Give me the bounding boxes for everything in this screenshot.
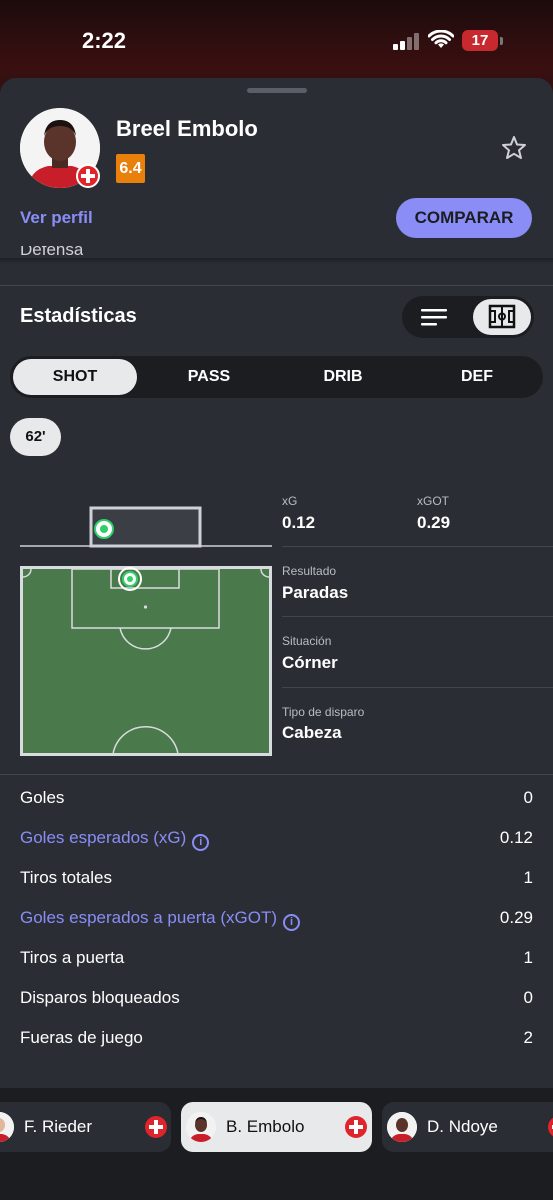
stat-value-tiros-a-puerta: 1 [523, 948, 533, 967]
shot-on-goal-dot [100, 525, 108, 533]
divider [282, 546, 553, 547]
stat-label-xg: Goles esperados (xG) [20, 828, 187, 847]
stat-value-tiros-totales: 1 [523, 868, 533, 887]
stat-label-fueras-de-juego: Fueras de juego [20, 1028, 143, 1047]
battery-indicator: 17 [462, 30, 498, 51]
stat-row-xg[interactable]: Goles esperados (xG) i [20, 828, 210, 851]
pitch-view-button[interactable] [473, 299, 531, 335]
resultado-label: Resultado [282, 564, 337, 578]
wifi-icon [428, 30, 454, 48]
player-chip-rieder[interactable]: F. Rieder [0, 1102, 171, 1152]
divider [282, 616, 553, 617]
player-chip-name: D. Ndoye [427, 1117, 498, 1136]
stat-label-disparos-bloqueados: Disparos bloqueados [20, 988, 180, 1007]
switzerland-flag-icon [345, 1116, 367, 1138]
xg-label: xG [282, 494, 298, 508]
stat-label-xgot: Goles esperados a puerta (xGOT) [20, 908, 278, 927]
xgot-value: 0.29 [417, 513, 451, 532]
situacion-label: Situación [282, 634, 332, 648]
resultado-value: Paradas [282, 583, 349, 602]
header-shadow [0, 258, 553, 264]
stat-value-fueras-de-juego: 2 [523, 1028, 533, 1047]
sheet-grabber[interactable] [247, 88, 307, 93]
player-avatar-small [186, 1112, 216, 1142]
xgot-label: xGOT [417, 494, 449, 508]
status-time: 2:22 [82, 28, 127, 53]
shot-minute-chip[interactable]: 62' [10, 418, 61, 456]
player-chip-ndoye[interactable]: D. Ndoye [382, 1102, 553, 1152]
switzerland-flag-icon [145, 1116, 167, 1138]
switzerland-flag-icon [548, 1116, 553, 1138]
view-toggle [402, 296, 534, 338]
star-icon[interactable] [500, 134, 528, 162]
tab-drib[interactable]: DRIB [281, 359, 405, 395]
player-chip-name: F. Rieder [24, 1117, 93, 1136]
stat-tabs: SHOT PASS DRIB DEF [10, 356, 543, 398]
battery-nub [500, 37, 503, 45]
stat-value-xgot: 0.29 [499, 908, 533, 927]
player-chip-name: B. Embolo [226, 1117, 305, 1136]
shot-location-dot [127, 576, 133, 582]
player-avatar-small [0, 1112, 14, 1142]
divider [0, 774, 553, 775]
list-icon [421, 309, 447, 326]
stat-label-goles: Goles [20, 788, 65, 807]
signal-icon [393, 32, 421, 50]
switzerland-flag-icon [76, 164, 100, 188]
stat-value-disparos-bloqueados: 0 [523, 988, 533, 1007]
pitch-view [20, 566, 272, 756]
player-avatar [20, 108, 102, 190]
stat-label-tiros-totales: Tiros totales [20, 868, 112, 887]
tab-shot[interactable]: SHOT [13, 359, 137, 395]
player-sheet: Breel Embolo 6.4 Ver perfil COMPARAR Def… [0, 78, 553, 1200]
comparar-button[interactable]: COMPARAR [396, 198, 532, 238]
player-avatar-small [387, 1112, 417, 1142]
stat-value-goles: 0 [523, 788, 533, 807]
status-bar: 2:22 17 [0, 0, 553, 80]
stat-row-xgot[interactable]: Goles esperados a puerta (xGOT) i [20, 908, 301, 931]
situacion-value: Córner [282, 653, 338, 672]
player-rating-badge: 6.4 [116, 154, 145, 183]
tab-pass[interactable]: PASS [147, 359, 271, 395]
info-icon[interactable]: i [283, 914, 301, 931]
stat-value-xg: 0.12 [499, 828, 533, 847]
tab-def[interactable]: DEF [415, 359, 539, 395]
list-view-button[interactable] [405, 299, 463, 335]
xg-value: 0.12 [282, 513, 316, 532]
info-icon[interactable]: i [192, 834, 210, 851]
player-name: Breel Embolo [116, 116, 258, 141]
stat-label-tiros-a-puerta: Tiros a puerta [20, 948, 125, 967]
ver-perfil-link[interactable]: Ver perfil [20, 208, 93, 228]
stats-title: Estadísticas [20, 305, 137, 327]
goal-frame-view [20, 506, 272, 548]
penalty-spot [143, 605, 148, 609]
tipo-disparo-label: Tipo de disparo [282, 705, 365, 719]
tipo-disparo-value: Cabeza [282, 723, 342, 742]
divider [282, 687, 553, 688]
divider [0, 285, 553, 286]
player-chip-embolo[interactable]: B. Embolo [181, 1102, 372, 1152]
pitch-icon [488, 304, 516, 329]
